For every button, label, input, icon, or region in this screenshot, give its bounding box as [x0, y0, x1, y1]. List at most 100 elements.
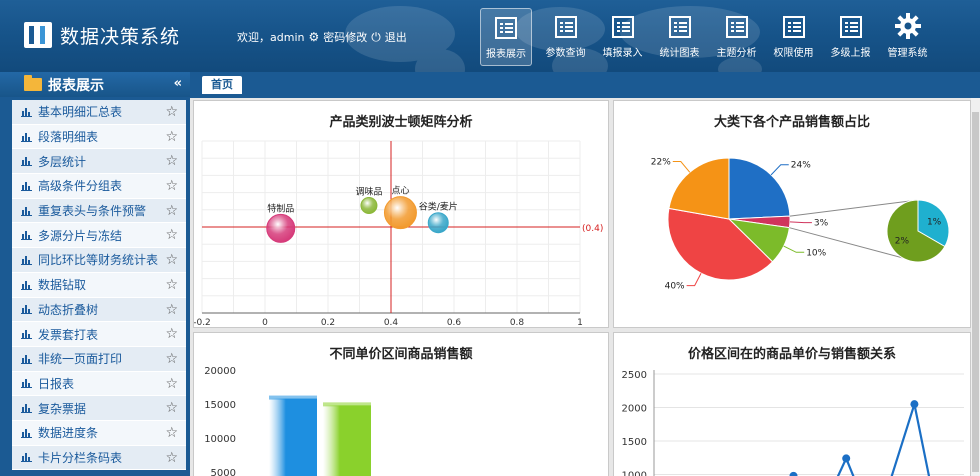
- bar-chart-icon: [21, 206, 32, 216]
- nav-param-query[interactable]: 参数查询: [537, 8, 594, 66]
- star-icon[interactable]: ☆: [165, 351, 178, 367]
- bubble-chart: (0.4) -0.2 0 0.2 0.4 0.6 0.8 1 特制品 调味品 点心谷类/麦片: [194, 140, 603, 328]
- nav-label: 权限使用: [773, 48, 814, 59]
- nav-topic-analysis[interactable]: 主题分析: [708, 8, 765, 66]
- star-icon[interactable]: ☆: [165, 104, 178, 120]
- sidebar-item-label: 卡片分栏条码表: [38, 450, 123, 465]
- line-series: [791, 403, 931, 476]
- nav-admin-system[interactable]: 管理系统: [879, 8, 936, 66]
- pie-slice-label: 10%: [806, 248, 826, 258]
- logout-link[interactable]: 退出: [385, 29, 407, 45]
- welcome-text: 欢迎，admin: [237, 31, 305, 44]
- list-icon: [611, 16, 634, 38]
- sidebar-item[interactable]: 多源分片与冻结 ☆: [12, 223, 186, 249]
- bar-chart-icon: [21, 379, 32, 389]
- x-tick-label: 0: [262, 318, 268, 328]
- sidebar-item[interactable]: 发票套打表 ☆: [12, 322, 186, 347]
- sidebar-item[interactable]: 段落明细表 ☆: [12, 124, 186, 150]
- star-icon[interactable]: ☆: [165, 129, 178, 145]
- top-nav: 报表展示 参数查询 填报录入 统计图表 主题分析 权限使用 多级上报 管理系统: [480, 8, 936, 66]
- sidebar-item[interactable]: 数据进度条 ☆: [12, 420, 186, 446]
- bubble-chart-panel: 产品类别波士顿矩阵分析 (0.4) -0.2 0 0.2 0.4 0.6 0.8 1 特制品 调味…: [193, 100, 609, 328]
- bar-chart-icon: [21, 428, 32, 438]
- collapse-icon[interactable]: «: [174, 76, 182, 91]
- sidebar-title: 报表展示: [48, 77, 104, 94]
- scrollbar-thumb[interactable]: [972, 112, 979, 472]
- sidebar-item[interactable]: 同比环比等财务统计表 ☆: [12, 248, 186, 273]
- star-icon[interactable]: ☆: [165, 178, 178, 194]
- sidebar-item-label: 非统一页面打印: [38, 352, 123, 367]
- sidebar-item[interactable]: 数据钻取 ☆: [12, 272, 186, 298]
- star-icon[interactable]: ☆: [165, 400, 178, 416]
- bar-chart-icon: [21, 157, 32, 167]
- sidebar-item[interactable]: 高级条件分组表 ☆: [12, 174, 186, 199]
- line-chart: 2500 2000 1500 1000: [622, 370, 964, 476]
- bar-chart-panel: 不同单价区间商品销售额 20000 15000 10000 5000: [193, 332, 609, 476]
- star-icon[interactable]: ☆: [165, 302, 178, 318]
- y-tick-label: 2500: [622, 370, 647, 381]
- sidebar-item-label: 日报表: [38, 376, 75, 391]
- line-point: [842, 454, 851, 463]
- scrollbar[interactable]: [971, 98, 980, 476]
- nav-permission[interactable]: 权限使用: [765, 8, 822, 66]
- sidebar-item[interactable]: 多层统计 ☆: [12, 149, 186, 175]
- user-bar: 欢迎，admin ⚙ 密码修改 ⏻ 退出: [237, 29, 407, 45]
- sidebar-item[interactable]: 基本明细汇总表 ☆: [12, 100, 186, 125]
- bubble-label: 点心: [391, 186, 409, 197]
- sidebar-item[interactable]: 非统一页面打印 ☆: [12, 346, 186, 372]
- tab-bar: 首页: [190, 72, 980, 98]
- nav-multi-report[interactable]: 多级上报: [822, 8, 879, 66]
- bar-chart: 20000 15000 10000 5000: [204, 366, 371, 476]
- tab-home[interactable]: 首页: [202, 76, 242, 94]
- header: 数据决策系统 欢迎，admin ⚙ 密码修改 ⏻ 退出 报表展示 参数查询 填报…: [0, 0, 980, 72]
- sidebar-item[interactable]: 复杂票据 ☆: [12, 396, 186, 421]
- pie-leader-line: [672, 161, 691, 173]
- bubble-point: [360, 197, 378, 214]
- nav-stat-chart[interactable]: 统计图表: [651, 8, 708, 66]
- sidebar: 报表展示 « 基本明细汇总表 ☆ 段落明细表 ☆ 多层统计 ☆ 高级条件分组表 ☆ 重复表头与条…: [0, 72, 190, 476]
- change-password-link[interactable]: 密码修改: [323, 29, 367, 45]
- sidebar-item-label: 同比环比等财务统计表: [38, 253, 159, 268]
- x-tick-label: 0.4: [384, 318, 399, 328]
- list-icon: [782, 16, 805, 38]
- bar-chart-icon: [21, 231, 32, 241]
- sub-pie-label: 1%: [927, 218, 942, 228]
- nav-data-entry[interactable]: 填报录入: [594, 8, 651, 66]
- pie-slice-label: 24%: [791, 161, 811, 171]
- list-icon: [839, 16, 862, 38]
- bar-chart-icon: [21, 280, 32, 290]
- pie-slice-label: 40%: [665, 282, 685, 292]
- nav-report-display[interactable]: 报表展示: [480, 8, 532, 66]
- list-icon: [554, 16, 577, 38]
- gear-icon[interactable]: ⚙: [308, 30, 319, 44]
- y-tick-label: 2000: [622, 404, 647, 415]
- power-icon[interactable]: ⏻: [371, 30, 381, 45]
- star-icon[interactable]: ☆: [165, 326, 178, 342]
- star-icon[interactable]: ☆: [165, 203, 178, 219]
- sidebar-item[interactable]: 动态折叠树 ☆: [12, 297, 186, 323]
- bar: [323, 405, 371, 476]
- bubble-point: [266, 213, 296, 243]
- line-chart-panel: 价格区间在的商品单价与销售额关系 2500 2000 1500 1000: [613, 332, 971, 476]
- star-icon[interactable]: ☆: [165, 425, 178, 441]
- nav-label: 报表展示: [486, 49, 526, 60]
- star-icon[interactable]: ☆: [165, 227, 178, 243]
- bar-chart-icon: [21, 404, 32, 414]
- bar-chart-icon: [21, 255, 32, 265]
- y-tick-label: 20000: [204, 366, 236, 377]
- sidebar-item[interactable]: 重复表头与条件预警 ☆: [12, 198, 186, 224]
- y-tick-label: 10000: [204, 434, 236, 445]
- star-icon[interactable]: ☆: [165, 153, 178, 169]
- list-icon: [495, 17, 517, 39]
- sidebar-item-label: 多源分片与冻结: [38, 228, 123, 243]
- sidebar-item[interactable]: 日报表 ☆: [12, 371, 186, 397]
- bar-cap: [323, 402, 371, 407]
- star-icon[interactable]: ☆: [165, 277, 178, 293]
- sidebar-item[interactable]: 卡片分栏条码表 ☆: [12, 445, 186, 471]
- line-point: [789, 471, 798, 476]
- sidebar-item-label: 基本明细汇总表: [38, 105, 123, 120]
- star-icon[interactable]: ☆: [165, 252, 178, 268]
- star-icon[interactable]: ☆: [165, 376, 178, 392]
- pie-slice: [668, 157, 730, 220]
- star-icon[interactable]: ☆: [165, 450, 178, 466]
